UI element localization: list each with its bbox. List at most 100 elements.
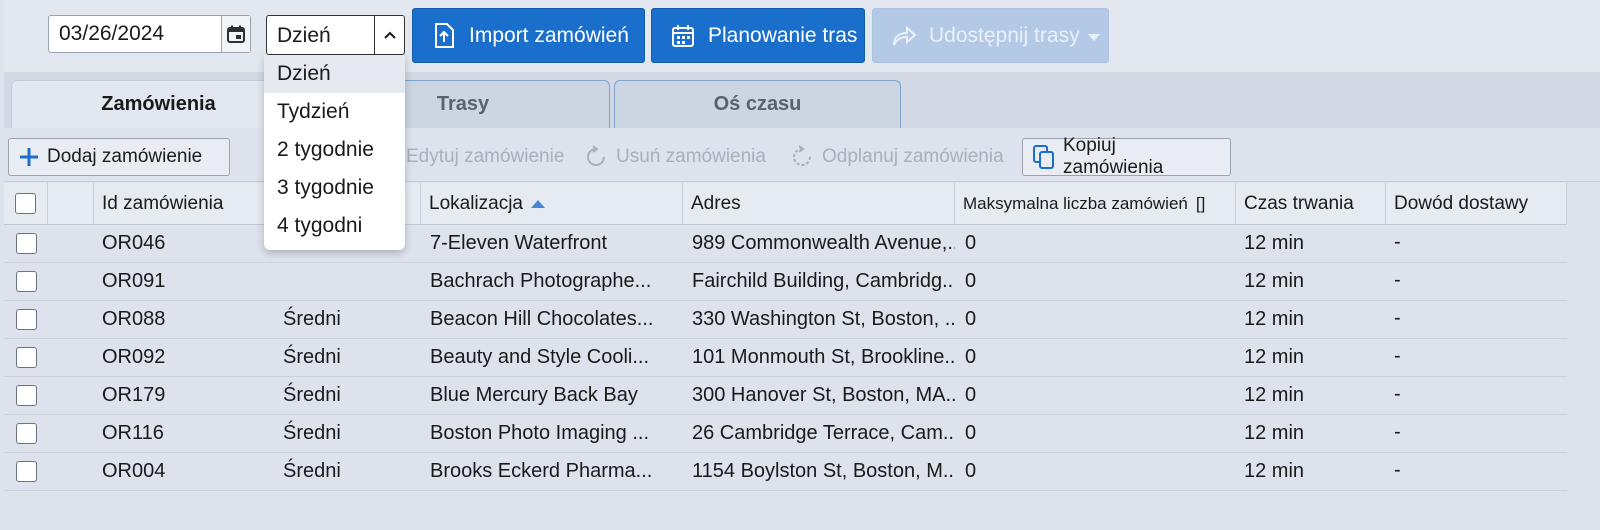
row-checkbox[interactable] (15, 423, 37, 444)
header-duration[interactable]: Czas trwania (1236, 183, 1386, 224)
row-checkbox[interactable] (15, 347, 37, 368)
orders-grid: Id zamówienia Lokalizacja Adres Maksymal… (4, 183, 1567, 491)
cell-address: Fairchild Building, Cambridg... (683, 263, 955, 300)
header-icon-cell (48, 183, 94, 224)
delete-orders-button[interactable]: Usuń zamówienia (584, 138, 766, 176)
calendar-grid-icon (672, 24, 694, 47)
share-routes-button[interactable]: Udostępnij trasy (872, 8, 1109, 63)
tab-orders-label: Zamówienia (101, 93, 216, 115)
cell-address-value: 101 Monmouth St, Brookline... (692, 346, 955, 368)
copy-orders-label: Kopiuj zamówienia (1063, 135, 1164, 178)
cell-priority: Średni (273, 415, 421, 452)
period-option[interactable]: 2 tygodnie (264, 131, 405, 169)
cell-max-orders-value: 0 (965, 270, 977, 292)
table-row[interactable]: OR046 7-Eleven Waterfront 989 Commonwealth… (4, 225, 1567, 263)
cell-priority (273, 263, 421, 300)
row-select-cell (4, 453, 48, 490)
add-order-button[interactable]: Dodaj zamówienie (8, 138, 230, 176)
cell-location: Bachrach Photographe... (421, 263, 683, 300)
row-checkbox[interactable] (15, 461, 37, 482)
period-dropdown-list: Dzień Tydzień 2 tygodnie 3 tygodnie 4 tygodn… (264, 55, 405, 250)
cell-duration-value: 12 min (1244, 232, 1305, 254)
cell-location-value: Beacon Hill Chocolates... (430, 308, 654, 330)
cell-proof: - (1386, 263, 1567, 300)
cell-location-value: Beauty and Style Cooli... (430, 346, 650, 368)
tab-routes-label: Trasy (436, 93, 490, 115)
header-select-cell (4, 183, 48, 224)
table-row[interactable]: OR091 Bachrach Photographe... Fairchild Bu… (4, 263, 1567, 301)
period-option[interactable]: 3 tygodnie (264, 169, 405, 207)
copy-orders-button[interactable]: Kopiuj zamówienia (1022, 135, 1231, 178)
cell-address: 330 Washington St, Boston, ... (683, 301, 955, 338)
table-row[interactable]: OR092 Średni Beauty and Style Cooli... 101 … (4, 339, 1567, 377)
tab-timeline[interactable]: Oś czasu (614, 80, 901, 128)
cell-address-value: 1154 Boylston St, Boston, M... (692, 460, 955, 482)
cell-max-orders: 0 (955, 263, 1236, 300)
row-checkbox[interactable] (15, 233, 37, 254)
grid-body: OR046 7-Eleven Waterfront 989 Commonwealth… (4, 225, 1567, 491)
cell-address: 1154 Boylston St, Boston, M... (683, 453, 955, 490)
tab-orders[interactable]: Zamówienia (11, 80, 306, 128)
cell-location: Brooks Eckerd Pharma... (421, 453, 683, 490)
cell-location: Blue Mercury Back Bay (421, 377, 683, 414)
cell-id-value: OR088 (102, 308, 166, 330)
row-checkbox[interactable] (15, 271, 37, 292)
cell-duration: 12 min (1236, 415, 1386, 452)
date-input[interactable] (49, 16, 223, 52)
period-option[interactable]: Dzień (264, 55, 405, 93)
cell-address: 101 Monmouth St, Brookline... (683, 339, 955, 376)
cell-priority-value: Średni (283, 346, 341, 368)
cell-location-value: Blue Mercury Back Bay (430, 384, 638, 406)
cell-priority: Średni (273, 453, 421, 490)
cell-address: 989 Commonwealth Avenue,... (683, 225, 955, 262)
cell-id-value: OR179 (102, 384, 166, 406)
cell-proof: - (1386, 225, 1567, 262)
header-order-id[interactable]: Id zamówienia (94, 183, 273, 224)
table-row[interactable]: OR004 Średni Brooks Eckerd Pharma... 1154 B… (4, 453, 1567, 491)
header-proof-label: Dowód dostawy (1394, 192, 1529, 214)
cell-duration-value: 12 min (1244, 308, 1305, 330)
header-address[interactable]: Adres (683, 183, 955, 224)
delete-orders-label: Usuń zamówienia (616, 146, 766, 167)
row-select-cell (4, 301, 48, 338)
calendar-button[interactable] (221, 16, 250, 52)
cell-address-value: 989 Commonwealth Avenue,... (692, 232, 955, 254)
cell-max-orders: 0 (955, 453, 1236, 490)
cell-address-value: 330 Washington St, Boston, ... (692, 308, 955, 330)
cell-id-value: OR004 (102, 460, 166, 482)
date-picker[interactable] (48, 15, 251, 53)
header-proof[interactable]: Dowód dostawy (1386, 183, 1567, 224)
cell-proof-value: - (1394, 459, 1401, 481)
period-select-toggle[interactable] (374, 16, 404, 54)
period-select[interactable]: Dzień (266, 15, 405, 55)
unplan-orders-button[interactable]: Odplanuj zamówienia (790, 138, 1004, 176)
plus-icon (20, 148, 38, 166)
cell-duration-value: 12 min (1244, 422, 1305, 444)
cell-max-orders-value: 0 (965, 384, 977, 406)
cell-id: OR046 (94, 225, 273, 262)
row-checkbox[interactable] (15, 385, 37, 406)
table-row[interactable]: OR088 Średni Beacon Hill Chocolates... 330 … (4, 301, 1567, 339)
row-select-cell (4, 377, 48, 414)
cell-duration-value: 12 min (1244, 270, 1305, 292)
header-order-id-label: Id zamówienia (102, 192, 224, 214)
cell-location: Boston Photo Imaging ... (421, 415, 683, 452)
table-row[interactable]: OR116 Średni Boston Photo Imaging ... 26 Ca… (4, 415, 1567, 453)
edit-order-button[interactable]: Edytuj zamówienie (406, 138, 564, 176)
cell-max-orders-value: 0 (965, 346, 977, 368)
table-row[interactable]: OR179 Średni Blue Mercury Back Bay 300 Hano… (4, 377, 1567, 415)
row-select-cell (4, 415, 48, 452)
period-option[interactable]: Tydzień (264, 93, 405, 131)
header-max-orders[interactable]: Maksymalna liczba zamówień [] (955, 183, 1236, 224)
cell-id-value: OR091 (102, 270, 166, 292)
header-location[interactable]: Lokalizacja (421, 183, 683, 224)
period-option[interactable]: 4 tygodni (264, 207, 405, 245)
select-all-checkbox[interactable] (15, 193, 36, 214)
cell-duration-value: 12 min (1244, 460, 1305, 482)
cell-id-value: OR046 (102, 232, 166, 254)
cell-location: Beauty and Style Cooli... (421, 339, 683, 376)
unplan-icon (793, 145, 811, 166)
route-planning-button[interactable]: Planowanie tras (651, 8, 865, 63)
row-checkbox[interactable] (15, 309, 37, 330)
import-orders-button[interactable]: Import zamówień (412, 8, 645, 63)
